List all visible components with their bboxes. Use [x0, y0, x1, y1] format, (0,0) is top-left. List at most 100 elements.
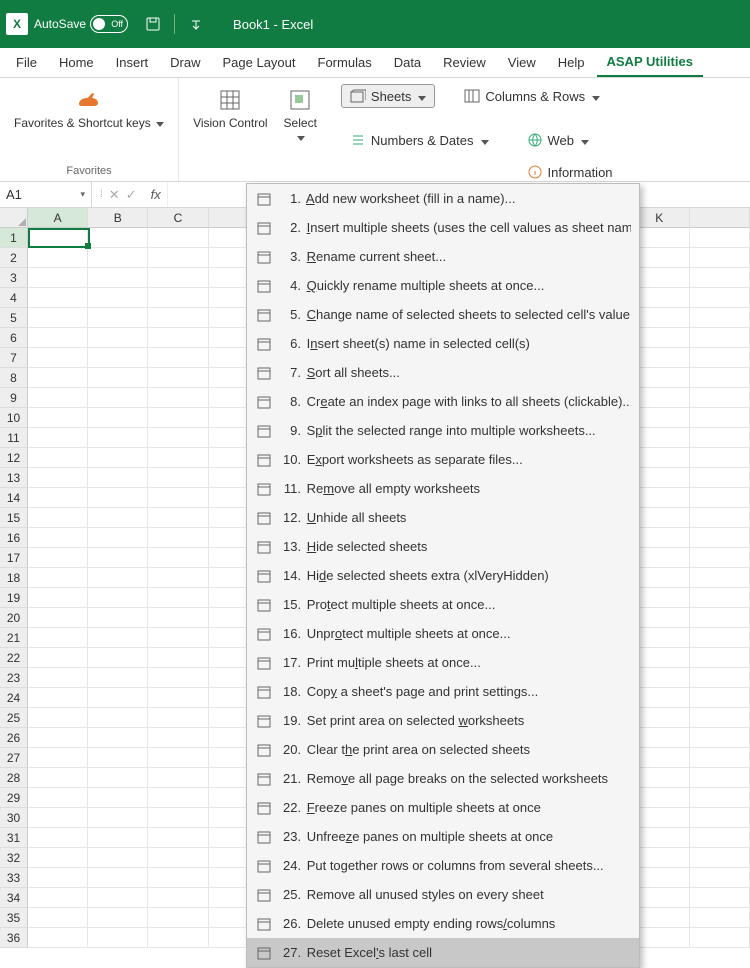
menu-item[interactable]: 23. Unfreeze panes on multiple sheets at…	[247, 822, 639, 851]
cell[interactable]	[690, 448, 750, 468]
vision-control-button[interactable]: Vision Control	[187, 82, 273, 149]
cell[interactable]	[28, 268, 88, 288]
row-header[interactable]: 33	[0, 868, 28, 888]
row-header[interactable]: 24	[0, 688, 28, 708]
cell[interactable]	[88, 648, 148, 668]
cell[interactable]	[88, 688, 148, 708]
cell[interactable]	[148, 508, 208, 528]
row-header[interactable]: 27	[0, 748, 28, 768]
cell[interactable]	[88, 748, 148, 768]
cell[interactable]	[148, 748, 208, 768]
cell[interactable]	[88, 508, 148, 528]
cell[interactable]	[148, 408, 208, 428]
cell[interactable]	[690, 768, 750, 788]
menu-item[interactable]: 27. Reset Excel's last cell	[247, 938, 639, 967]
cell[interactable]	[88, 428, 148, 448]
cell[interactable]	[690, 308, 750, 328]
menu-item[interactable]: 8. Create an index page with links to al…	[247, 387, 639, 416]
cell[interactable]	[28, 628, 88, 648]
cell[interactable]	[28, 928, 88, 948]
cell[interactable]	[148, 928, 208, 948]
cell[interactable]	[690, 268, 750, 288]
cell[interactable]	[28, 388, 88, 408]
cell[interactable]	[88, 808, 148, 828]
column-header[interactable]: C	[148, 208, 208, 228]
cell[interactable]	[28, 288, 88, 308]
row-header[interactable]: 13	[0, 468, 28, 488]
cell[interactable]	[88, 408, 148, 428]
cell[interactable]	[690, 688, 750, 708]
menu-item[interactable]: 10. Export worksheets as separate files.…	[247, 445, 639, 474]
cell[interactable]	[148, 908, 208, 928]
menu-item[interactable]: 6. Insert sheet(s) name in selected cell…	[247, 329, 639, 358]
row-header[interactable]: 36	[0, 928, 28, 948]
cell[interactable]	[88, 848, 148, 868]
menu-item[interactable]: 5. Change name of selected sheets to sel…	[247, 300, 639, 329]
cell[interactable]	[148, 888, 208, 908]
row-header[interactable]: 15	[0, 508, 28, 528]
cell[interactable]	[28, 468, 88, 488]
cell[interactable]	[88, 548, 148, 568]
cell[interactable]	[690, 668, 750, 688]
tab-formulas[interactable]: Formulas	[308, 49, 382, 76]
cell[interactable]	[28, 308, 88, 328]
cell[interactable]	[690, 788, 750, 808]
cell[interactable]	[690, 648, 750, 668]
cell[interactable]	[88, 628, 148, 648]
cell[interactable]	[148, 588, 208, 608]
cell[interactable]	[148, 368, 208, 388]
cell[interactable]	[690, 548, 750, 568]
cell[interactable]	[690, 508, 750, 528]
sheets-menu-button[interactable]: Sheets	[341, 84, 435, 108]
cell[interactable]	[28, 248, 88, 268]
cell[interactable]	[88, 868, 148, 888]
cell[interactable]	[28, 588, 88, 608]
cell[interactable]	[690, 928, 750, 948]
row-header[interactable]: 31	[0, 828, 28, 848]
menu-item[interactable]: 19. Set print area on selected worksheet…	[247, 706, 639, 735]
cell[interactable]	[690, 368, 750, 388]
menu-item[interactable]: 26. Delete unused empty ending rows/colu…	[247, 909, 639, 938]
cell[interactable]	[88, 288, 148, 308]
cell[interactable]	[28, 888, 88, 908]
cell[interactable]	[148, 468, 208, 488]
cell[interactable]	[88, 448, 148, 468]
cell[interactable]	[88, 608, 148, 628]
cell[interactable]	[148, 348, 208, 368]
cell[interactable]	[690, 628, 750, 648]
cell[interactable]	[28, 228, 88, 248]
cell[interactable]	[28, 368, 88, 388]
numbers-dates-menu-button[interactable]: Numbers & Dates	[341, 128, 498, 152]
select-button[interactable]: Select	[278, 82, 323, 149]
cell[interactable]	[148, 248, 208, 268]
cell[interactable]	[88, 908, 148, 928]
information-menu-button[interactable]: Information	[518, 160, 637, 184]
columns-rows-menu-button[interactable]: Columns & Rows	[455, 84, 609, 108]
row-header[interactable]: 23	[0, 668, 28, 688]
cell[interactable]	[148, 528, 208, 548]
cell[interactable]	[690, 848, 750, 868]
menu-item[interactable]: 25. Remove all unused styles on every sh…	[247, 880, 639, 909]
cell[interactable]	[148, 868, 208, 888]
tab-asap-utilities[interactable]: ASAP Utilities	[597, 48, 703, 77]
cell[interactable]	[88, 248, 148, 268]
cell[interactable]	[148, 628, 208, 648]
select-all-corner[interactable]	[0, 208, 28, 228]
save-button[interactable]	[140, 11, 166, 37]
row-header[interactable]: 3	[0, 268, 28, 288]
cell[interactable]	[148, 648, 208, 668]
cell[interactable]	[148, 668, 208, 688]
menu-item[interactable]: 4. Quickly rename multiple sheets at onc…	[247, 271, 639, 300]
web-menu-button[interactable]: Web	[518, 128, 637, 152]
tab-insert[interactable]: Insert	[106, 49, 159, 76]
cell[interactable]	[88, 828, 148, 848]
cell[interactable]	[28, 788, 88, 808]
menu-item[interactable]: 15. Protect multiple sheets at once...	[247, 590, 639, 619]
cell[interactable]	[690, 828, 750, 848]
cell[interactable]	[690, 808, 750, 828]
tab-data[interactable]: Data	[384, 49, 431, 76]
cell[interactable]	[88, 488, 148, 508]
cell[interactable]	[148, 728, 208, 748]
cell[interactable]	[690, 868, 750, 888]
cell[interactable]	[690, 608, 750, 628]
